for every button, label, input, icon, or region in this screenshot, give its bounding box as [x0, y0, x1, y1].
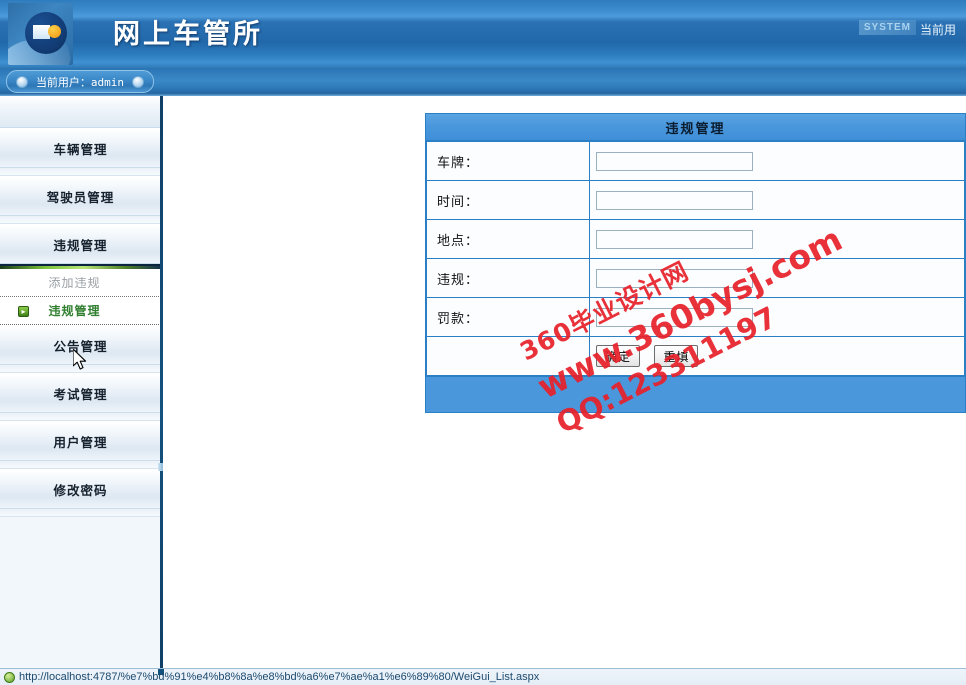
header-user-text: 当前用 — [920, 23, 957, 37]
logo-icon — [8, 3, 73, 65]
form-row-plate: 车牌： — [426, 141, 965, 181]
form-field-time-cell — [589, 180, 965, 220]
sidebar-divider — [0, 413, 161, 421]
reset-button[interactable]: 重填 — [654, 345, 699, 367]
sidebar-divider — [0, 509, 161, 517]
time-input[interactable] — [596, 190, 753, 210]
page-body: 车辆管理 驾驶员管理 违规管理 添加违规 ▸ 违规管理 公告管理 考试管理 用户… — [0, 96, 966, 668]
user-bar: 当前用户：admin — [0, 68, 966, 96]
form-row-violation: 违规： — [426, 258, 965, 298]
sidebar-item-label: 用户管理 — [53, 434, 108, 450]
sidebar-item-change-password[interactable]: 修改密码 — [0, 469, 161, 509]
sidebar-item-user[interactable]: 用户管理 — [0, 421, 161, 461]
panel-footer-bar — [426, 376, 965, 412]
form-row-place: 地点： — [426, 219, 965, 259]
panel-title: 违规管理 — [426, 114, 965, 141]
violation-form-panel: 违规管理 车牌： 时间： 地点： 违规： 罚款： 确定 重填 — [425, 113, 966, 413]
fine-input[interactable] — [596, 307, 753, 327]
submit-button[interactable]: 确定 — [596, 345, 640, 367]
arrow-right-bullet-icon: ▸ — [18, 306, 29, 317]
sidebar-item-label: 公告管理 — [53, 338, 108, 354]
current-user-label: 当前用户：admin — [35, 75, 125, 89]
sidebar-subitem-label: 添加违规 — [48, 276, 101, 290]
knob-left-icon — [15, 75, 28, 88]
sidebar-submenu-violation: 添加违规 ▸ 违规管理 — [0, 264, 161, 325]
form-field-plate-cell — [589, 141, 965, 181]
logo-dot-shape — [48, 25, 61, 38]
form-label-plate: 车牌： — [426, 141, 590, 181]
form-field-fine-cell — [589, 297, 965, 337]
form-actions-cell: 确定 重填 — [589, 336, 965, 376]
form-row-fine: 罚款： — [426, 297, 965, 337]
globe-icon — [4, 672, 15, 683]
sidebar-item-violation[interactable]: 违规管理 — [0, 224, 161, 264]
sidebar-divider — [0, 365, 161, 373]
logo-disc-icon — [25, 12, 67, 54]
sidebar-divider — [0, 461, 161, 469]
form-row-time: 时间： — [426, 180, 965, 220]
place-input[interactable] — [596, 229, 753, 249]
sidebar-divider — [0, 216, 161, 224]
plate-input[interactable] — [596, 151, 753, 171]
violation-input[interactable] — [596, 268, 753, 288]
sidebar-item-driver[interactable]: 驾驶员管理 — [0, 176, 161, 216]
sidebar-divider — [0, 168, 161, 176]
page-title: 网上车管所 — [113, 19, 263, 50]
app-window: 网上车管所 SYSTEM 当前用 当前用户：admin 车辆管理 驾驶员管理 违… — [0, 0, 966, 685]
status-url-text: http://localhost:4787/%e7%bd%91%e4%b8%8a… — [19, 671, 540, 683]
form-row-actions: 确定 重填 — [426, 336, 965, 376]
system-badge: SYSTEM — [858, 20, 916, 35]
sidebar-item-vehicle[interactable]: 车辆管理 — [0, 128, 161, 168]
form-label-fine: 罚款： — [426, 297, 590, 337]
form-actions-spacer — [426, 336, 590, 376]
sidebar-subitem-manage-violation[interactable]: ▸ 违规管理 — [0, 297, 161, 325]
status-bar: http://localhost:4787/%e7%bd%91%e4%b8%8a… — [0, 668, 966, 685]
sidebar-nav: 车辆管理 驾驶员管理 违规管理 添加违规 ▸ 违规管理 公告管理 考试管理 用户… — [0, 96, 162, 668]
knob-right-icon — [132, 75, 145, 88]
form-label-time: 时间： — [426, 180, 590, 220]
current-user-tab[interactable]: 当前用户：admin — [6, 70, 154, 93]
sidebar-item-label: 驾驶员管理 — [46, 189, 115, 205]
sidebar-item-notice[interactable]: 公告管理 — [0, 325, 161, 365]
sidebar-subitem-add-violation[interactable]: 添加违规 — [0, 269, 161, 297]
sidebar-item-exam[interactable]: 考试管理 — [0, 373, 161, 413]
form-label-violation: 违规： — [426, 258, 590, 298]
sidebar-item-label: 车辆管理 — [53, 141, 108, 157]
violation-form-table: 车牌： 时间： 地点： 违规： 罚款： 确定 重填 — [426, 141, 965, 376]
form-field-violation-cell — [589, 258, 965, 298]
page-header: 网上车管所 SYSTEM 当前用 — [0, 0, 966, 68]
main-content: 违规管理 车牌： 时间： 地点： 违规： 罚款： 确定 重填 360毕业设计网 … — [163, 96, 966, 668]
form-field-place-cell — [589, 219, 965, 259]
sidebar-item-label: 考试管理 — [53, 386, 108, 402]
sidebar-item-label: 违规管理 — [53, 237, 108, 253]
sidebar-top-spacer — [0, 96, 161, 128]
sidebar-item-label: 修改密码 — [53, 482, 108, 498]
form-label-place: 地点： — [426, 219, 590, 259]
